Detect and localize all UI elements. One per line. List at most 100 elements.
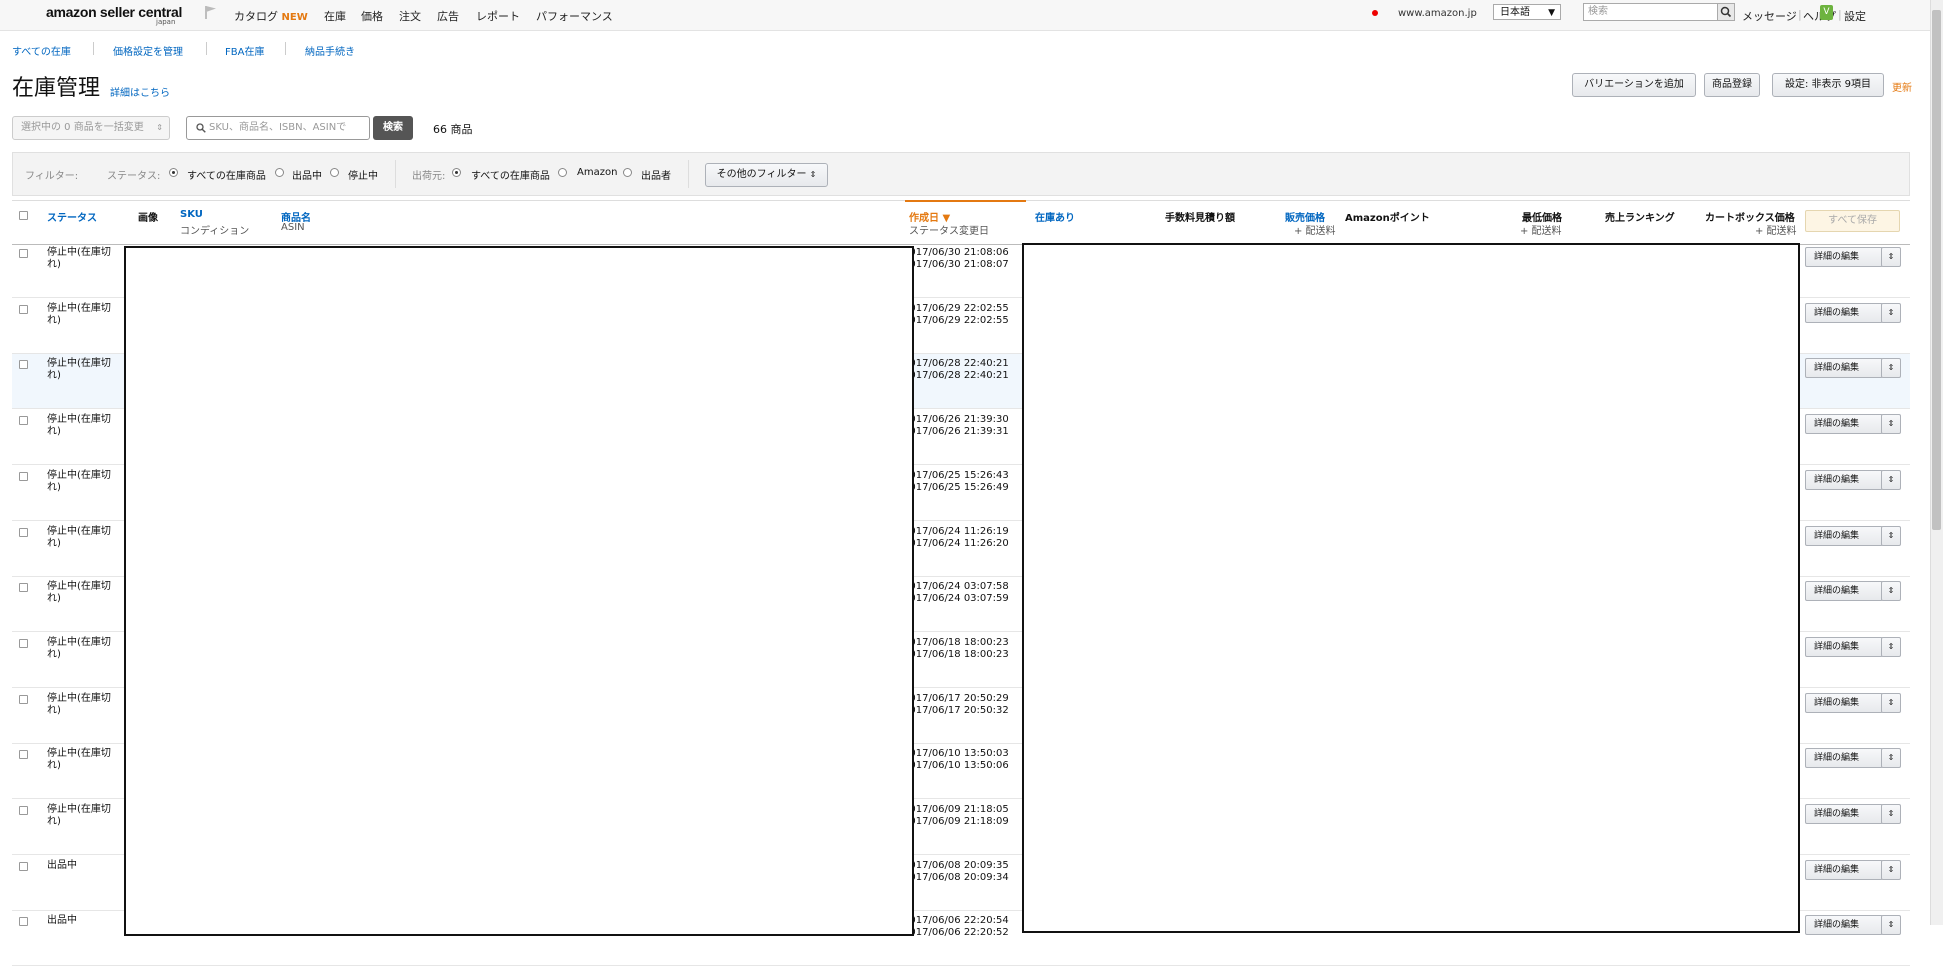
subnav-manage-pricing[interactable]: 価格設定を管理 — [113, 43, 183, 58]
edit-options-dropdown[interactable]: ⇕ — [1881, 748, 1901, 768]
row-checkbox[interactable] — [19, 639, 28, 648]
radio-status-active[interactable] — [275, 168, 284, 177]
edit-options-dropdown[interactable]: ⇕ — [1881, 470, 1901, 490]
subnav-all-inventory[interactable]: すべての在庫 — [12, 43, 71, 58]
row-checkbox[interactable] — [19, 750, 28, 759]
search-button[interactable]: 検索 — [373, 116, 413, 140]
row-checkbox[interactable] — [19, 806, 28, 815]
radio-status-inactive[interactable] — [330, 168, 339, 177]
subnav-shipments[interactable]: 納品手続き — [305, 43, 355, 58]
select-all-checkbox[interactable] — [19, 211, 28, 220]
row-checkbox[interactable] — [19, 862, 28, 871]
edit-details-button[interactable]: 詳細の編集 — [1805, 358, 1883, 378]
row-checkbox[interactable] — [19, 528, 28, 537]
row-checkbox[interactable] — [19, 360, 28, 369]
add-product-button[interactable]: 商品登録 — [1704, 73, 1760, 97]
refresh-link[interactable]: 更新 — [1892, 79, 1912, 94]
status-option-inactive[interactable]: 停止中 — [348, 167, 378, 182]
edit-options-dropdown[interactable]: ⇕ — [1881, 414, 1901, 434]
row-status: 出品中 — [47, 915, 77, 926]
settings-link[interactable]: 設定 — [1844, 8, 1866, 24]
edit-details-button[interactable]: 詳細の編集 — [1805, 526, 1883, 546]
channel-filter-label: 出荷元: — [412, 171, 446, 182]
row-checkbox[interactable] — [19, 583, 28, 592]
edit-details-button[interactable]: 詳細の編集 — [1805, 470, 1883, 490]
row-created-date: 2017/06/18 18:00:23 — [903, 637, 1009, 648]
search-icon — [196, 123, 206, 133]
nav-performance[interactable]: パフォーマンス — [536, 8, 613, 24]
nav-advertising[interactable]: 広告 — [437, 8, 459, 24]
row-checkbox[interactable] — [19, 695, 28, 704]
marketplace-link[interactable]: www.amazon.jp — [1398, 8, 1477, 19]
row-checkbox[interactable] — [19, 472, 28, 481]
row-checkbox[interactable] — [19, 305, 28, 314]
edit-details-button[interactable]: 詳細の編集 — [1805, 303, 1883, 323]
nav-reports[interactable]: レポート — [476, 8, 520, 24]
status-option-active[interactable]: 出品中 — [292, 167, 322, 182]
edit-options-dropdown[interactable]: ⇕ — [1881, 581, 1901, 601]
filter-label: フィルター: — [25, 171, 79, 182]
col-sku[interactable]: SKU — [180, 209, 203, 220]
edit-details-button[interactable]: 詳細の編集 — [1805, 804, 1883, 824]
edit-options-dropdown[interactable]: ⇕ — [1881, 526, 1901, 546]
nav-catalog[interactable]: カタログ NEW — [234, 8, 308, 24]
row-checkbox[interactable] — [19, 249, 28, 258]
column-settings-button[interactable]: 設定: 非表示 9項目 — [1772, 73, 1884, 97]
row-status: 停止中(在庫切れ) — [47, 581, 111, 604]
edit-details-button[interactable]: 詳細の編集 — [1805, 637, 1883, 657]
other-filters-button[interactable]: その他のフィルター ⇕ — [705, 163, 828, 187]
edit-options-dropdown[interactable]: ⇕ — [1881, 804, 1901, 824]
divider — [688, 160, 689, 188]
radio-status-all[interactable] — [169, 168, 178, 177]
channel-option-amazon[interactable]: Amazon — [577, 167, 617, 178]
divider — [285, 42, 286, 55]
scrollbar-thumb[interactable] — [1932, 10, 1941, 530]
nav-pricing[interactable]: 価格 — [361, 8, 383, 24]
row-status: 停止中(在庫切れ) — [47, 526, 111, 549]
language-select[interactable]: 日本語 ▼ — [1493, 4, 1561, 20]
edit-details-button[interactable]: 詳細の編集 — [1805, 414, 1883, 434]
inventory-search-input[interactable]: SKU、商品名、ISBN、ASINで — [186, 116, 370, 140]
edit-options-dropdown[interactable]: ⇕ — [1881, 637, 1901, 657]
divider — [395, 160, 396, 188]
col-status[interactable]: ステータス — [47, 209, 97, 224]
add-variation-button[interactable]: バリエーションを追加 — [1572, 73, 1696, 97]
edit-details-button[interactable]: 詳細の編集 — [1805, 915, 1883, 935]
radio-channel-all[interactable] — [452, 168, 461, 177]
row-created-date: 2017/06/08 20:09:35 — [903, 860, 1009, 871]
edit-options-dropdown[interactable]: ⇕ — [1881, 358, 1901, 378]
channel-option-seller[interactable]: 出品者 — [641, 167, 671, 182]
row-checkbox[interactable] — [19, 416, 28, 425]
subnav-fba-inventory[interactable]: FBA在庫 — [225, 43, 264, 58]
edit-details-button[interactable]: 詳細の編集 — [1805, 693, 1883, 713]
row-status-changed-date: 2017/06/06 22:20:52 — [903, 927, 1009, 938]
radio-channel-amazon[interactable] — [558, 168, 567, 177]
nav-orders[interactable]: 注文 — [399, 8, 421, 24]
col-asin: ASIN — [281, 222, 305, 233]
edit-details-button[interactable]: 詳細の編集 — [1805, 860, 1883, 880]
row-created-date: 2017/06/24 11:26:19 — [903, 526, 1009, 537]
dropdown-arrow-icon: ⇕ — [809, 170, 817, 179]
status-option-all[interactable]: すべての在庫商品 — [187, 167, 266, 182]
radio-channel-seller[interactable] — [623, 168, 632, 177]
top-search-input[interactable]: 検索 — [1583, 3, 1718, 21]
row-created-date: 2017/06/25 15:26:43 — [903, 470, 1009, 481]
edit-details-button[interactable]: 詳細の編集 — [1805, 748, 1883, 768]
save-all-button[interactable]: すべて保存 — [1805, 210, 1900, 232]
flag-icon[interactable] — [204, 5, 218, 19]
top-search-button[interactable] — [1717, 3, 1735, 21]
nav-inventory[interactable]: 在庫 — [324, 8, 346, 24]
col-in-stock[interactable]: 在庫あり — [1035, 209, 1075, 224]
col-price-shipping: + 配送料 — [1294, 226, 1336, 237]
learn-more-link[interactable]: 詳細はこちら — [110, 84, 170, 99]
bulk-action-select[interactable]: 選択中の 0 商品を一括変更 ⇕ — [12, 116, 170, 140]
messages-link[interactable]: メッセージ — [1742, 8, 1797, 24]
edit-options-dropdown[interactable]: ⇕ — [1881, 693, 1901, 713]
edit-details-button[interactable]: 詳細の編集 — [1805, 247, 1883, 267]
edit-details-button[interactable]: 詳細の編集 — [1805, 581, 1883, 601]
edit-options-dropdown[interactable]: ⇕ — [1881, 303, 1901, 323]
channel-option-all[interactable]: すべての在庫商品 — [471, 167, 550, 182]
edit-options-dropdown[interactable]: ⇕ — [1881, 915, 1901, 935]
edit-options-dropdown[interactable]: ⇕ — [1881, 860, 1901, 880]
edit-options-dropdown[interactable]: ⇕ — [1881, 247, 1901, 267]
